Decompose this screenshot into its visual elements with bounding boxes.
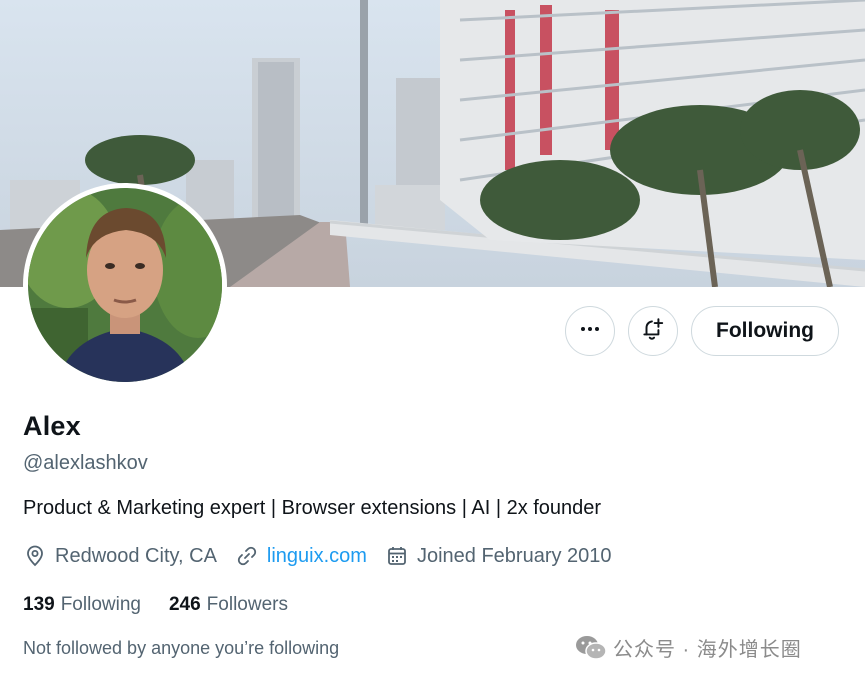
following-count-link[interactable]: 139 Following (23, 594, 141, 616)
followers-count: 246 (168, 594, 201, 615)
wechat-icon (575, 635, 607, 661)
following-label: Following (60, 594, 141, 615)
notifications-button[interactable] (628, 306, 678, 356)
joined-text: Joined February 2010 (416, 544, 612, 567)
profile-bio: Product & Marketing expert | Browser ext… (23, 497, 602, 519)
followers-label: Followers (206, 594, 288, 615)
profile-handle: @alexlashkov (23, 452, 148, 474)
mutual-followers-note: Not followed by anyone you’re following (23, 638, 340, 658)
website-link[interactable]: linguix.com (267, 545, 367, 568)
link-icon (235, 544, 259, 568)
profile-website[interactable]: linguix.com (235, 544, 367, 568)
profile-counts: 139 Following 246 Followers (23, 594, 316, 616)
notification-bell-plus-icon (640, 316, 666, 347)
watermark: 公众号 · 海外增长圈 (575, 633, 802, 662)
watermark-text: 公众号 · 海外增长圈 (613, 639, 802, 661)
calendar-icon (385, 544, 409, 568)
profile-avatar[interactable] (23, 183, 227, 387)
location-text: Redwood City, CA (55, 544, 217, 567)
following-count: 139 (23, 594, 55, 615)
followers-count-link[interactable]: 246 Followers (169, 594, 288, 616)
profile-meta: Redwood City, CA linguix.com Joined Febr… (23, 542, 630, 570)
following-button[interactable]: Following (691, 306, 839, 356)
more-horizontal-icon (578, 317, 602, 346)
profile-location: Redwood City, CA (23, 544, 217, 568)
location-pin-icon (23, 544, 47, 568)
more-options-button[interactable] (565, 306, 615, 356)
avatar-photo (28, 188, 222, 382)
profile-display-name: Alex (23, 411, 81, 441)
profile-joined: Joined February 2010 (385, 544, 612, 568)
